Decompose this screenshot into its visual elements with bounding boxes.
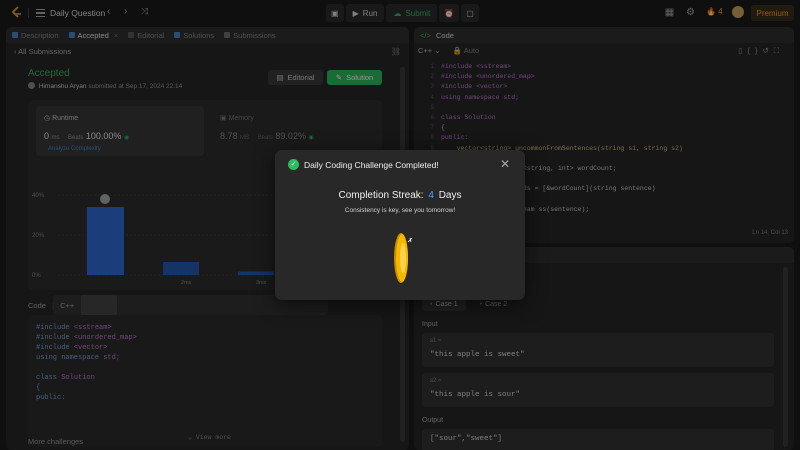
spinning-coin-icon (394, 233, 413, 283)
streak-suffix: Days (438, 190, 462, 201)
close-icon[interactable]: ✕ (500, 157, 510, 171)
completion-streak: Completion Streak: 4 Days (275, 190, 525, 201)
daily-challenge-modal: ✓ Daily Coding Challenge Completed! ✕ Co… (275, 150, 525, 300)
streak-prefix: Completion Streak: (338, 190, 424, 201)
modal-subtitle: Consistency is key, see you tomorrow! (344, 207, 456, 214)
streak-number: 4 (428, 190, 434, 201)
check-circle-icon: ✓ (288, 159, 299, 170)
modal-title: Daily Coding Challenge Completed! (304, 160, 439, 170)
